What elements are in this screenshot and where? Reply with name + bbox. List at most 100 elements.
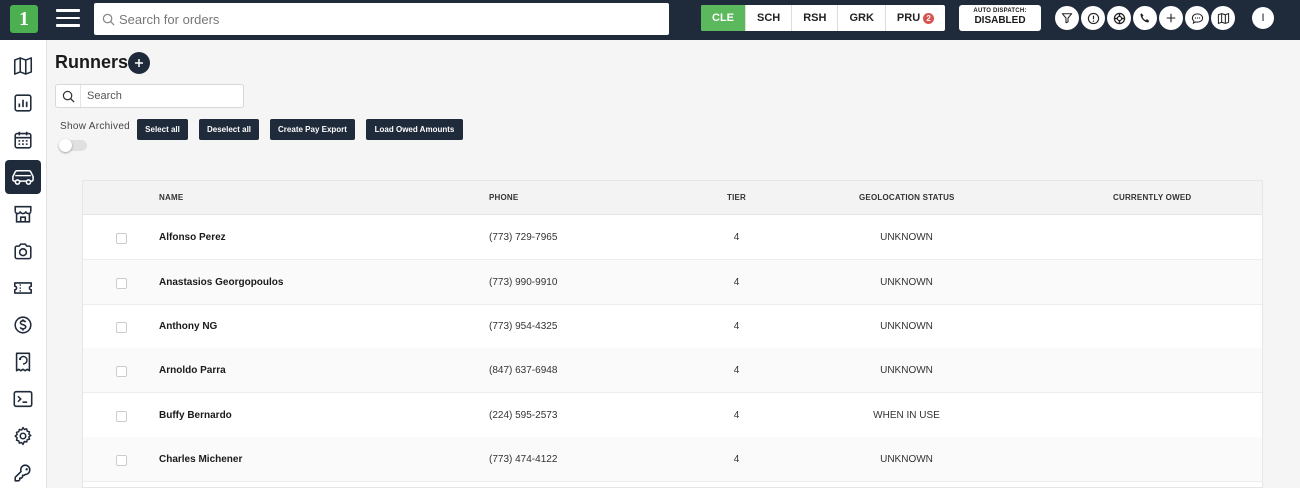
auto-dispatch-status[interactable]: AUTO DISPATCH: DISABLED [959, 5, 1041, 31]
sidebar-item-tickets[interactable] [5, 271, 41, 305]
top-bar: 1 CLE SCH RSH GRK PRU2 AUTO DISPATCH: DI… [0, 0, 1300, 40]
row-checkbox[interactable] [116, 366, 127, 377]
runner-tier: 4 [733, 277, 740, 288]
row-checkbox[interactable] [116, 411, 127, 422]
select-all-button[interactable]: Select all [137, 119, 188, 140]
user-avatar[interactable]: I [1252, 7, 1274, 29]
camera-icon [14, 243, 32, 260]
runner-geolocation-status: UNKNOWN [880, 321, 933, 332]
create-pay-export-button[interactable]: Create Pay Export [270, 119, 355, 140]
runner-name: Alfonso Perez [159, 232, 226, 243]
sidebar-item-tools[interactable] [5, 456, 41, 488]
table-row[interactable]: Anthony NG (773) 954-4325 4 UNKNOWN [83, 304, 1262, 349]
wrench-icon [14, 464, 31, 482]
table-row[interactable]: Charles Michener (773) 474-4122 4 UNKNOW… [83, 437, 1262, 482]
column-header-tier[interactable]: TIER [727, 193, 746, 202]
order-search-input[interactable] [119, 11, 659, 27]
sidebar-item-runners[interactable] [5, 160, 41, 194]
runner-tier: 4 [733, 454, 740, 465]
location-code: CLE [712, 12, 734, 24]
search-icon [102, 13, 115, 26]
deselect-all-button[interactable]: Deselect all [199, 119, 259, 140]
terminal-icon [13, 390, 33, 408]
page-title: Runners [55, 52, 129, 72]
table-row[interactable]: Buffy Bernardo (224) 595-2573 4 WHEN IN … [83, 393, 1262, 438]
runner-tier: 4 [733, 321, 740, 332]
menu-icon[interactable] [56, 9, 80, 29]
chart-icon [14, 94, 32, 112]
runner-name: Arnoldo Parra [159, 365, 226, 376]
runner-phone: (773) 729-7965 [489, 232, 558, 243]
location-tab-rsh[interactable]: RSH [792, 5, 839, 31]
location-tab-pru[interactable]: PRU 2 [886, 5, 945, 31]
row-checkbox[interactable] [116, 278, 127, 289]
table-row[interactable]: Anastasios Georgopoulos (773) 990-9910 4… [83, 260, 1262, 305]
runner-geolocation-status: UNKNOWN [880, 277, 933, 288]
runner-name: Buffy Bernardo [159, 410, 232, 421]
runner-name: Anthony NG [159, 321, 218, 332]
row-checkbox[interactable] [116, 455, 127, 466]
load-owed-amounts-button[interactable]: Load Owed Amounts [366, 119, 463, 140]
column-header-geolocation[interactable]: GEOLOCATION STATUS [859, 193, 955, 202]
table-header: NAME PHONE TIER GEOLOCATION STATUS CURRE… [83, 181, 1262, 215]
location-tab-sch[interactable]: SCH [746, 5, 793, 31]
logo-text: 1 [19, 7, 29, 30]
column-header-phone[interactable]: PHONE [489, 193, 518, 202]
row-checkbox[interactable] [116, 322, 127, 333]
sidebar-item-settings[interactable] [5, 419, 41, 453]
show-archived-toggle[interactable] [59, 139, 87, 152]
runner-search [55, 84, 244, 108]
location-code: PRU [896, 12, 921, 24]
support-icon[interactable] [1107, 6, 1131, 30]
dollar-icon [14, 316, 32, 334]
sidebar-item-schedule[interactable] [5, 123, 41, 157]
runner-phone: (224) 595-2573 [489, 410, 558, 421]
app-logo[interactable]: 1 [10, 5, 38, 33]
runner-tier: 4 [733, 410, 740, 421]
sidebar-item-media[interactable] [5, 234, 41, 268]
order-search [94, 3, 669, 35]
plus-icon[interactable] [1159, 6, 1183, 30]
runner-tier: 4 [733, 365, 740, 376]
runner-phone: (847) 637-6948 [489, 365, 558, 376]
show-archived-label: Show Archived [60, 121, 131, 132]
notification-badge: 2 [923, 12, 935, 24]
receipt-icon [15, 352, 31, 372]
runner-geolocation-status: UNKNOWN [880, 365, 933, 376]
calendar-icon [14, 131, 32, 149]
chat-icon[interactable] [1185, 6, 1209, 30]
phone-icon[interactable] [1133, 6, 1157, 30]
search-icon [56, 85, 81, 107]
sidebar-item-console[interactable] [5, 382, 41, 416]
sidebar-item-stores[interactable] [5, 197, 41, 231]
filter-icon[interactable] [1055, 6, 1079, 30]
table-row[interactable]: Arnoldo Parra (847) 637-6948 4 UNKNOWN [83, 348, 1262, 393]
location-switcher: CLE SCH RSH GRK PRU 2 [701, 5, 946, 31]
ticket-icon [13, 282, 33, 294]
location-tab-grk[interactable]: GRK [838, 5, 886, 31]
car-icon [12, 169, 34, 185]
runner-geolocation-status: UNKNOWN [880, 454, 933, 465]
runner-geolocation-status: UNKNOWN [880, 232, 933, 243]
column-header-name[interactable]: NAME [159, 193, 183, 202]
row-checkbox[interactable] [116, 233, 127, 244]
sidebar-item-payments[interactable] [5, 308, 41, 342]
location-tab-cle[interactable]: CLE [701, 5, 746, 31]
info-icon[interactable] [1081, 6, 1105, 30]
add-runner-button[interactable] [128, 52, 150, 74]
runner-phone: (773) 474-4122 [489, 454, 558, 465]
sidebar-item-map[interactable] [5, 49, 41, 83]
sidebar-item-refunds[interactable] [5, 345, 41, 379]
store-icon [14, 205, 32, 223]
table-row[interactable]: Alfonso Perez (773) 729-7965 4 UNKNOWN [83, 215, 1262, 260]
column-header-currently-owed[interactable]: CURRENTLY OWED [1113, 193, 1191, 202]
sidebar-item-analytics[interactable] [5, 86, 41, 120]
runner-phone: (773) 954-4325 [489, 321, 558, 332]
runner-geolocation-status: WHEN IN USE [873, 410, 940, 421]
auto-dispatch-label: AUTO DISPATCH: [973, 8, 1027, 14]
map-icon[interactable] [1211, 6, 1235, 30]
location-code: RSH [803, 12, 827, 24]
runner-name: Charles Michener [159, 454, 243, 465]
toolbar-icons [1055, 6, 1235, 30]
runner-search-input[interactable] [87, 90, 237, 102]
